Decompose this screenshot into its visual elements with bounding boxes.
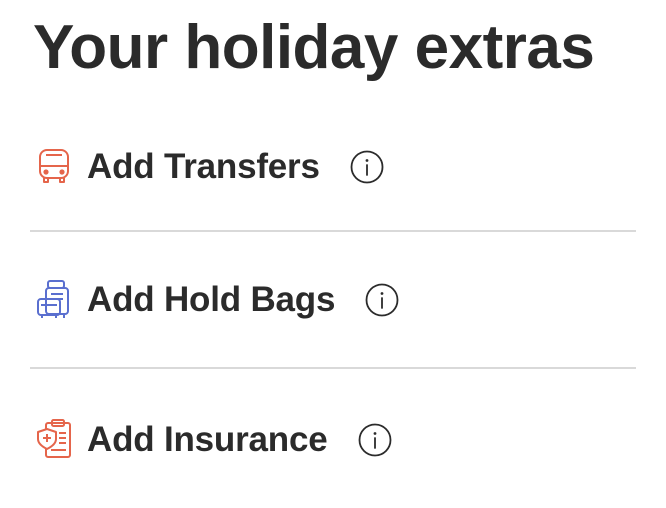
page-title: Your holiday extras	[33, 13, 595, 82]
add-hold-bags-row[interactable]: Add Hold Bags	[35, 270, 399, 330]
info-icon[interactable]	[350, 150, 384, 184]
divider	[30, 230, 636, 232]
add-hold-bags-label: Add Hold Bags	[87, 280, 336, 319]
add-insurance-row[interactable]: Add Insurance	[35, 410, 392, 470]
add-transfers-label: Add Transfers	[87, 147, 320, 186]
insurance-clipboard-icon	[35, 419, 73, 461]
add-insurance-label: Add Insurance	[87, 420, 328, 459]
divider	[30, 367, 636, 369]
info-icon[interactable]	[365, 283, 399, 317]
bus-icon	[35, 146, 73, 188]
info-icon[interactable]	[358, 423, 392, 457]
add-transfers-row[interactable]: Add Transfers	[35, 137, 384, 197]
luggage-icon	[35, 279, 73, 321]
